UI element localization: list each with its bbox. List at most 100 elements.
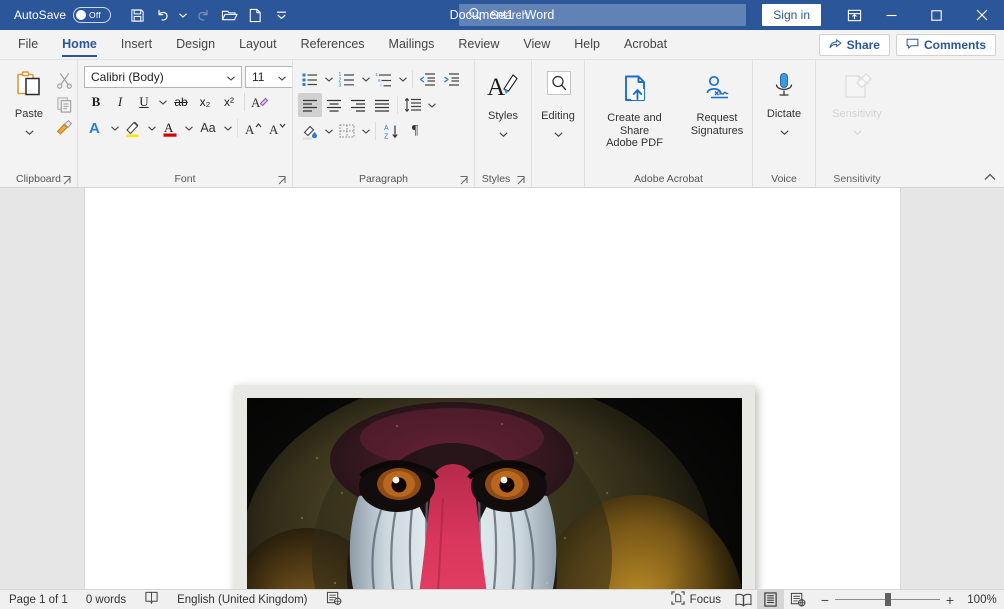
paste-button[interactable]: Paste (6, 64, 52, 140)
sign-in-button[interactable]: Sign in (762, 4, 821, 26)
comments-button[interactable]: Comments (896, 34, 996, 56)
inserted-picture[interactable] (234, 385, 755, 589)
tab-insert[interactable]: Insert (109, 30, 164, 59)
save-icon[interactable] (125, 3, 149, 27)
line-spacing-button[interactable] (401, 93, 425, 117)
redo-icon[interactable] (191, 3, 215, 27)
tab-design[interactable]: Design (164, 30, 227, 59)
focus-button[interactable]: Focus (662, 590, 730, 609)
tab-mailings[interactable]: Mailings (377, 30, 447, 59)
font-size-caret-icon[interactable] (274, 70, 290, 84)
paste-dropdown-caret-icon[interactable] (25, 122, 34, 140)
text-effects-caret-icon[interactable] (108, 116, 121, 140)
language-status[interactable]: English (United Kingdom) (168, 590, 316, 609)
tab-review[interactable]: Review (446, 30, 511, 59)
minimize-button[interactable] (869, 0, 914, 30)
zoom-out-button[interactable]: − (815, 590, 835, 609)
superscript-button[interactable]: x² (217, 90, 241, 114)
multilevel-caret-icon[interactable] (396, 67, 409, 91)
maximize-button[interactable] (914, 0, 959, 30)
italic-button[interactable]: I (108, 90, 132, 114)
sensitivity-button[interactable]: Sensitivity (827, 64, 887, 140)
ribbon-display-options-icon[interactable] (839, 0, 869, 30)
copy-button[interactable] (52, 92, 76, 116)
page-number-status[interactable]: Page 1 of 1 (0, 590, 77, 609)
format-painter-button[interactable] (52, 116, 76, 140)
grow-font-button[interactable]: A (241, 116, 265, 140)
dictate-dropdown-caret-icon[interactable] (780, 122, 789, 140)
bullets-caret-icon[interactable] (322, 67, 335, 91)
styles-dropdown-caret-icon[interactable] (499, 124, 508, 142)
print-layout-button[interactable] (757, 590, 784, 609)
proofing-status[interactable] (135, 590, 168, 609)
close-button[interactable] (959, 0, 1004, 30)
font-name-combobox[interactable]: Calibri (Body) (84, 66, 242, 88)
sensitivity-dropdown-caret-icon[interactable] (853, 122, 862, 140)
paragraph-dialog-launcher[interactable] (458, 174, 470, 186)
font-size-combobox[interactable]: 11 (245, 66, 293, 88)
align-left-button[interactable] (298, 93, 322, 117)
create-and-share-adobe-pdf-button[interactable]: Create and Share Adobe PDF (589, 70, 680, 150)
multilevel-list-button[interactable]: 1ai (372, 67, 396, 91)
tab-layout[interactable]: Layout (227, 30, 289, 59)
open-icon[interactable] (217, 3, 241, 27)
shading-button[interactable] (298, 119, 322, 143)
tab-help[interactable]: Help (562, 30, 612, 59)
new-document-icon[interactable] (243, 3, 267, 27)
collapse-ribbon-icon[interactable] (982, 169, 998, 185)
sort-button[interactable]: AZ (379, 119, 403, 143)
bold-button[interactable]: B (84, 90, 108, 114)
tab-references[interactable]: References (289, 30, 377, 59)
underline-dropdown-caret-icon[interactable] (156, 90, 169, 114)
autosave-control[interactable]: AutoSave Off (14, 7, 111, 23)
font-name-caret-icon[interactable] (223, 70, 239, 84)
borders-button[interactable] (335, 119, 359, 143)
document-canvas[interactable] (0, 188, 1004, 589)
justify-button[interactable] (370, 93, 394, 117)
editing-dropdown-caret-icon[interactable] (554, 124, 563, 142)
change-case-caret-icon[interactable] (221, 116, 234, 140)
borders-caret-icon[interactable] (359, 119, 372, 143)
clear-formatting-button[interactable]: A (248, 90, 272, 114)
search-input[interactable]: Search (459, 4, 746, 26)
shading-caret-icon[interactable] (322, 119, 335, 143)
numbering-button[interactable]: 123 (335, 67, 359, 91)
dictate-button[interactable]: Dictate (761, 64, 807, 140)
zoom-in-button[interactable]: + (940, 590, 960, 609)
increase-indent-button[interactable] (440, 67, 464, 91)
styles-dialog-launcher[interactable] (515, 174, 527, 186)
styles-button[interactable]: A Styles (480, 64, 526, 142)
read-mode-button[interactable] (730, 590, 757, 609)
subscript-button[interactable]: x₂ (193, 90, 217, 114)
bullets-button[interactable] (298, 67, 322, 91)
request-signatures-button[interactable]: Request Signatures (686, 70, 748, 137)
underline-button[interactable]: U (132, 90, 156, 114)
zoom-slider-thumb[interactable] (885, 593, 891, 606)
customize-quick-access-toolbar-icon[interactable] (269, 3, 293, 27)
undo-dropdown-caret-icon[interactable] (177, 3, 189, 27)
show-formatting-marks-button[interactable]: ¶ (403, 119, 427, 143)
text-highlight-colour-button[interactable] (121, 116, 145, 140)
font-colour-caret-icon[interactable] (182, 116, 195, 140)
line-spacing-caret-icon[interactable] (425, 93, 438, 117)
tab-file[interactable]: File (6, 30, 50, 59)
align-center-button[interactable] (322, 93, 346, 117)
share-button[interactable]: Share (819, 34, 890, 56)
numbering-caret-icon[interactable] (359, 67, 372, 91)
accessibility-status[interactable] (317, 590, 351, 609)
decrease-indent-button[interactable] (416, 67, 440, 91)
tab-home[interactable]: Home (50, 30, 109, 59)
zoom-level-label[interactable]: 100% (960, 594, 1004, 606)
align-right-button[interactable] (346, 93, 370, 117)
web-layout-button[interactable] (784, 590, 811, 609)
cut-button[interactable] (52, 68, 76, 92)
shrink-font-button[interactable]: A (265, 116, 289, 140)
font-colour-button[interactable]: A (158, 116, 182, 140)
highlight-caret-icon[interactable] (145, 116, 158, 140)
text-effects-button[interactable]: A (84, 116, 108, 140)
zoom-slider[interactable] (835, 590, 940, 609)
clipboard-dialog-launcher[interactable] (61, 174, 73, 186)
undo-icon[interactable] (151, 3, 175, 27)
word-count-status[interactable]: 0 words (77, 590, 135, 609)
tab-view[interactable]: View (511, 30, 562, 59)
